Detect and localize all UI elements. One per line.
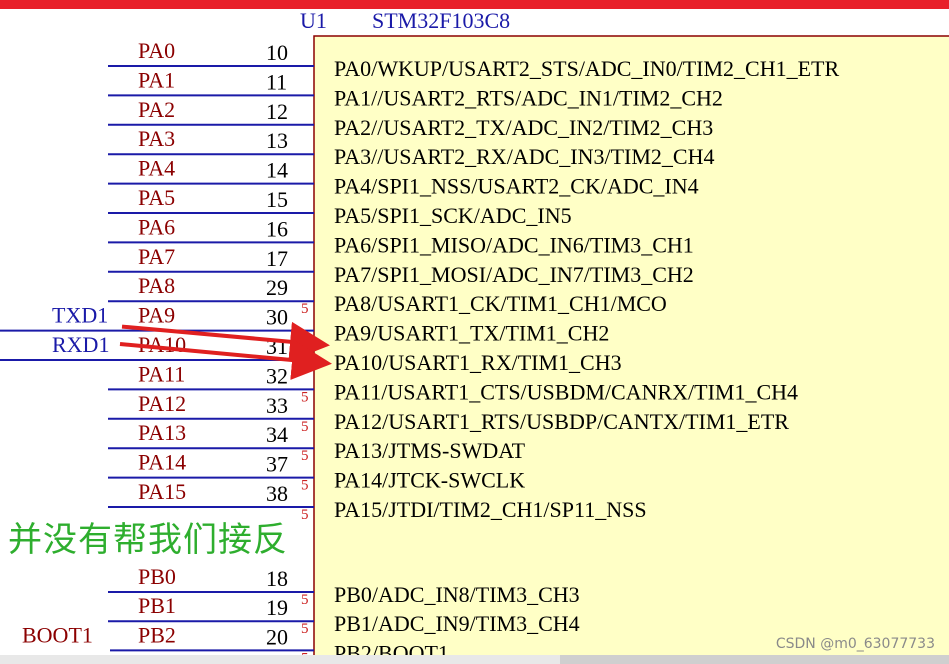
net-label: PB1	[138, 593, 176, 618]
bottom-scroll-strip	[0, 655, 949, 664]
pin-function: PA12/USART1_RTS/USBDP/CANTX/TIM1_ETR	[334, 409, 789, 434]
pin-tick-mark: 5	[301, 389, 309, 405]
pin-number: 30	[266, 305, 288, 330]
schematic-diagram: U1 STM32F103C8 PA0 10 PA0/WKUP/USART2_STS/…	[0, 0, 949, 664]
net-label: PA4	[138, 156, 175, 181]
pin-number: 17	[266, 246, 288, 271]
pin-number: 34	[266, 422, 288, 447]
pin-function: PA3//USART2_RX/ADC_IN3/TIM2_CH4	[334, 144, 714, 169]
pin-number: 11	[266, 69, 287, 94]
chip-designator: U1	[300, 8, 327, 33]
net-label: PA8	[138, 273, 175, 298]
pin-number: 29	[266, 275, 288, 300]
pin-tick-mark: 5	[301, 621, 309, 637]
pin-function: PA13/JTMS-SWDAT	[334, 438, 526, 463]
pin-number: 10	[266, 40, 288, 65]
net-label: PA15	[138, 479, 186, 504]
pin-function: PA8/USART1_CK/TIM1_CH1/MCO	[334, 291, 667, 316]
pin-tick-mark: 5	[301, 478, 309, 494]
pin-function: PA2//USART2_TX/ADC_IN2/TIM2_CH3	[334, 115, 713, 140]
pin-function: PB1/ADC_IN9/TIM3_CH4	[334, 611, 580, 636]
pin-tick-mark: 5	[301, 419, 309, 435]
pin-function: PA9/USART1_TX/TIM1_CH2	[334, 321, 609, 346]
pin-tick-mark: 5	[301, 592, 309, 608]
external-net-label: BOOT1	[22, 622, 93, 647]
pin-function: PA7/SPI1_MOSI/ADC_IN7/TIM3_CH2	[334, 262, 694, 287]
pin-function: PA5/SPI1_SCK/ADC_IN5	[334, 203, 572, 228]
pin-number: 38	[266, 481, 288, 506]
net-label: PA2	[138, 97, 175, 122]
pin-number: 15	[266, 187, 288, 212]
pin-number: 19	[266, 595, 288, 620]
net-label: PA9	[138, 303, 175, 328]
chip-part-number: STM32F103C8	[372, 8, 510, 33]
pin-number: 20	[266, 624, 288, 649]
pin-number: 37	[266, 452, 288, 477]
net-label: PB0	[138, 564, 176, 589]
pin-function: PA14/JTCK-SWCLK	[334, 468, 525, 493]
net-label: PA6	[138, 214, 175, 239]
net-label: PA12	[138, 391, 186, 416]
watermark-text: CSDN @m0_63077733	[775, 636, 935, 652]
pin-tick-mark: 5	[301, 507, 309, 523]
pin-function: PA4/SPI1_NSS/USART2_CK/ADC_IN4	[334, 174, 699, 199]
external-net-label: TXD1	[52, 303, 108, 328]
net-label: PA3	[138, 126, 175, 151]
pin-number: 18	[266, 566, 288, 591]
pin-number: 32	[266, 363, 288, 388]
pin-function: PB0/ADC_IN8/TIM3_CH3	[334, 582, 580, 607]
pin-tick-mark: 5	[301, 301, 309, 317]
net-label: PA13	[138, 420, 186, 445]
pin-number: 31	[266, 334, 288, 359]
pin-tick-mark: 5	[301, 448, 309, 464]
annotation-text: 并没有帮我们接反	[8, 520, 288, 560]
net-label: PA0	[138, 38, 175, 63]
net-label: PA11	[138, 361, 185, 386]
bottom-scroll-thumb	[560, 655, 949, 664]
pin-function: PA6/SPI1_MISO/ADC_IN6/TIM3_CH1	[334, 232, 694, 257]
pin-function: PA11/USART1_CTS/USBDM/CANRX/TIM1_CH4	[334, 379, 798, 404]
net-label: PB2	[138, 622, 176, 647]
pin-number: 13	[266, 128, 288, 153]
pin-function: PA0/WKUP/USART2_STS/ADC_IN0/TIM2_CH1_ETR	[334, 56, 839, 81]
net-label: PA14	[138, 450, 186, 475]
pin-number: 14	[266, 158, 288, 183]
pin-function: PA10/USART1_RX/TIM1_CH3	[334, 350, 622, 375]
net-label: PA7	[138, 244, 175, 269]
pin-number: 12	[266, 99, 288, 124]
pin-number: 16	[266, 216, 288, 241]
net-label: PA5	[138, 185, 175, 210]
pin-function: PA1//USART2_RTS/ADC_IN1/TIM2_CH2	[334, 85, 723, 110]
external-net-label: RXD1	[52, 332, 109, 357]
net-label: PA1	[138, 67, 175, 92]
pin-function: PA15/JTDI/TIM2_CH1/SP11_NSS	[334, 497, 647, 522]
pin-number: 33	[266, 393, 288, 418]
